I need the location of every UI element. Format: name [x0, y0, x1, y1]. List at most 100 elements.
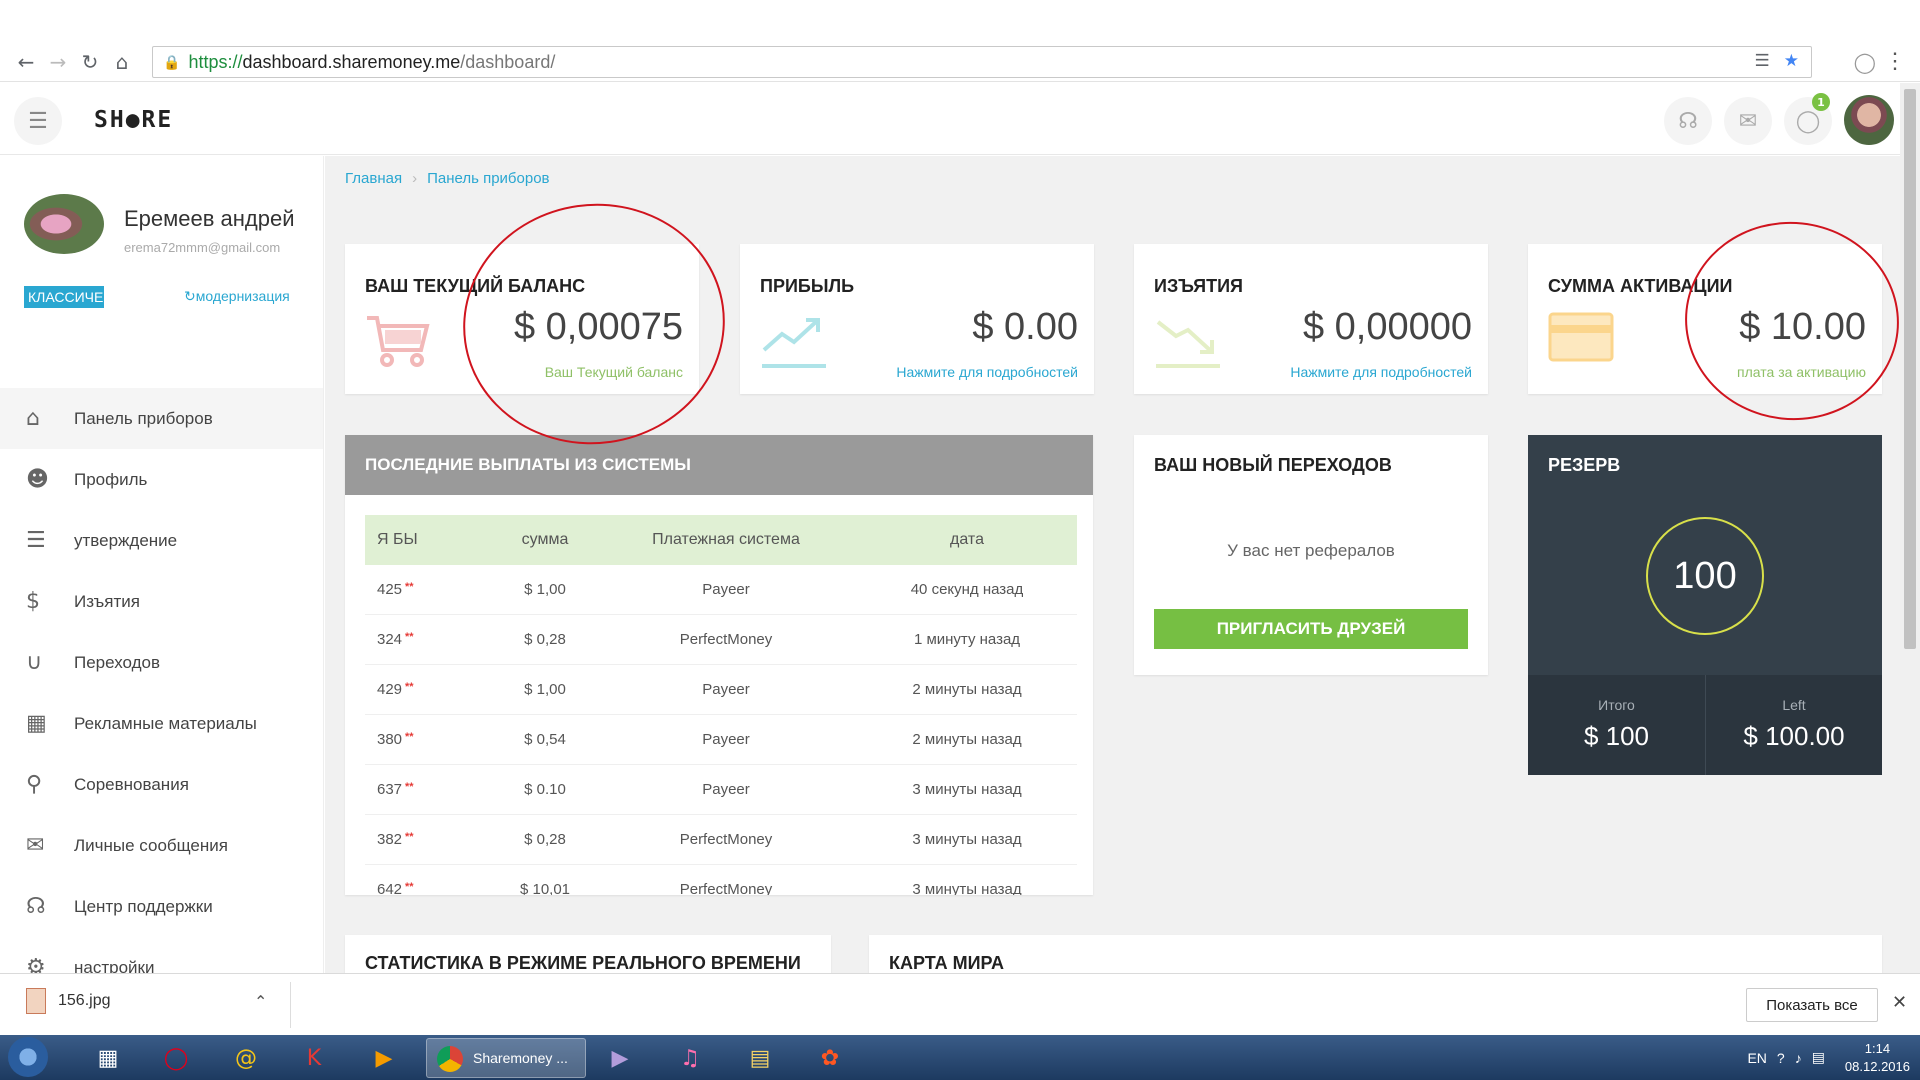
reload-icon[interactable]: ↻	[74, 47, 106, 77]
main-content: Главная › Панель приборов ВАШ ТЕКУЩИЙ БАЛА…	[325, 156, 1900, 973]
show-all-button[interactable]: Показать все	[1746, 988, 1878, 1022]
sidebar-item-label: настройки	[74, 957, 155, 974]
payout-system: Payeer	[702, 731, 750, 748]
breadcrumb-home[interactable]: Главная	[345, 170, 402, 187]
stat-title: ВАШ ТЕКУЩИЙ БАЛАНС	[365, 276, 586, 296]
payout-id: 324	[377, 631, 403, 648]
gear-icon: ⚙	[26, 955, 46, 973]
world-map-card: КАРТА МИРА	[869, 935, 1882, 973]
trend-down-icon	[1154, 312, 1222, 377]
stat-value: $ 0,00075	[513, 306, 683, 348]
taskbar-chrome-task[interactable]: Sharemoney ...	[426, 1038, 586, 1078]
clock[interactable]: 1:14 08.12.2016	[1845, 1040, 1910, 1076]
sidebar: Еремеев андрей erema72mmm@gmail.com КЛАС…	[0, 156, 324, 973]
dollar-icon: $	[26, 589, 40, 614]
clock-date: 08.12.2016	[1844, 1058, 1910, 1074]
user-email: erema72mmm@gmail.com	[124, 240, 281, 255]
payout-date: 2 минуты назад	[912, 681, 1022, 698]
table-row: 425 ** $ 1,00 Payeer 40 секунд назад	[365, 565, 1077, 615]
media-player-icon[interactable]: ▶	[362, 1039, 406, 1077]
user-avatar[interactable]	[24, 194, 104, 254]
payout-amount: $ 0,28	[524, 831, 566, 848]
address-bar[interactable]: 🔒 https://dashboard.sharemoney.me/dashbo…	[152, 46, 1812, 78]
sidebar-item-profile[interactable]: ☻ Профиль	[0, 449, 323, 510]
chevron-up-icon[interactable]: ⌃	[254, 992, 267, 1011]
network-icon[interactable]: ▤	[1812, 1049, 1825, 1066]
help-icon[interactable]: ?	[1777, 1050, 1785, 1066]
calculator-icon[interactable]: ▦	[86, 1039, 130, 1077]
breadcrumb-current[interactable]: Панель приборов	[427, 170, 549, 187]
payout-system: Payeer	[702, 581, 750, 598]
browser-menu-icon[interactable]: ⋮	[1884, 48, 1906, 74]
sidebar-item-dashboard[interactable]: ⌂ Панель приборов	[0, 388, 323, 449]
forward-icon[interactable]: →	[42, 47, 74, 77]
payout-id: 637	[377, 781, 403, 798]
home-browser-icon[interactable]: ⌂	[106, 47, 138, 77]
kaspersky-icon[interactable]: K	[292, 1039, 336, 1077]
hidden-id-marker: **	[405, 681, 414, 693]
hidden-id-marker: **	[405, 831, 414, 843]
page-scrollbar[interactable]	[1900, 83, 1920, 973]
browser-toolbar: ← → ↻ ⌂ 🔒 https://dashboard.sharemoney.m…	[0, 42, 1920, 82]
window-titlebar	[0, 0, 1920, 42]
sidebar-item-contests[interactable]: ⚲ Соревнования	[0, 754, 323, 815]
volume-icon[interactable]: ♪	[1795, 1050, 1802, 1066]
close-icon[interactable]: ✕	[1892, 992, 1907, 1013]
stat-card-withdrawals: ИЗЪЯТИЯ $ 0,00000 Нажмите для подробност…	[1134, 244, 1488, 394]
app-header: ☰ SH●RE ☊ ✉ ◯ 1	[0, 83, 1900, 155]
invite-friends-button[interactable]: ПРИГЛАСИТЬ ДРУЗЕЙ	[1154, 609, 1468, 649]
mail-icon[interactable]: ✉	[1724, 97, 1772, 145]
stat-subtitle[interactable]: Нажмите для подробностей	[896, 364, 1078, 380]
reserve-title: РЕЗЕРВ	[1548, 455, 1621, 475]
realtime-stats-title: СТАТИСТИКА В РЕЖИМЕ РЕАЛЬНОГО ВРЕМЕНИ	[365, 953, 801, 973]
url-scheme: https://	[188, 51, 243, 72]
sidebar-item-referrals[interactable]: ∪ Переходов	[0, 632, 323, 693]
breadcrumb-separator: ›	[412, 170, 418, 187]
download-item[interactable]: 156.jpg	[26, 988, 111, 1014]
upgrade-label: модернизация	[195, 288, 290, 304]
site-logo[interactable]: SH●RE	[94, 107, 173, 133]
extension-globe-icon[interactable]: ◯	[1854, 50, 1876, 75]
mail-agent-icon[interactable]: @	[224, 1039, 268, 1077]
sidebar-item-label: Рекламные материалы	[74, 713, 257, 733]
folder-icon[interactable]: ▤	[738, 1039, 782, 1077]
opera-icon[interactable]: ◯	[154, 1039, 198, 1077]
magnet-icon: ∪	[26, 650, 43, 675]
bookmark-star-icon[interactable]: ★	[1784, 51, 1799, 71]
stat-subtitle[interactable]: плата за активацию	[1737, 364, 1866, 380]
scrollbar-thumb[interactable]	[1904, 89, 1916, 649]
trend-up-icon	[760, 312, 828, 377]
globe-icon[interactable]: ◯ 1	[1784, 93, 1832, 145]
hidden-id-marker: **	[405, 581, 414, 593]
sidebar-item-withdrawals[interactable]: $ Изъятия	[0, 571, 323, 632]
support-headset-icon[interactable]: ☊	[1664, 97, 1712, 145]
image-file-icon	[26, 988, 46, 1014]
upgrade-link[interactable]: ↻модернизация	[184, 288, 290, 305]
itunes-icon[interactable]: ♫	[668, 1039, 712, 1077]
plan-badge: КЛАССИЧЕ	[24, 286, 104, 308]
stat-card-profit: ПРИБЫЛЬ $ 0.00 Нажмите для подробностей	[740, 244, 1094, 394]
column-header: Платежная система	[652, 531, 800, 548]
back-icon[interactable]: ←	[10, 47, 42, 77]
visual-studio-icon[interactable]: ▶	[598, 1039, 642, 1077]
sidebar-item-settings[interactable]: ⚙ настройки	[0, 937, 323, 974]
film-reel-icon[interactable]: ✿	[808, 1039, 852, 1077]
language-indicator[interactable]: EN	[1747, 1050, 1766, 1066]
table-row: 637 ** $ 0.10 Payeer 3 минуты назад	[365, 765, 1077, 815]
stat-subtitle[interactable]: Ваш Текущий баланс	[545, 364, 683, 380]
payout-date: 40 секунд назад	[910, 581, 1024, 598]
sidebar-item-approval[interactable]: ☰ утверждение	[0, 510, 323, 571]
header-avatar[interactable]	[1844, 95, 1894, 145]
stat-subtitle[interactable]: Нажмите для подробностей	[1290, 364, 1472, 380]
realtime-stats-card: СТАТИСТИКА В РЕЖИМЕ РЕАЛЬНОГО ВРЕМЕНИ	[345, 935, 831, 973]
start-button[interactable]	[8, 1037, 48, 1077]
hamburger-menu-icon[interactable]: ☰	[14, 97, 62, 145]
sidebar-item-support[interactable]: ☊ Центр поддержки	[0, 876, 323, 937]
payout-id: 425	[377, 581, 403, 598]
sidebar-item-promo[interactable]: ▦ Рекламные материалы	[0, 693, 323, 754]
sidebar-item-messages[interactable]: ✉ Личные сообщения	[0, 815, 323, 876]
stat-value: $ 0,00000	[1302, 306, 1472, 348]
translate-icon[interactable]: ☰	[1755, 51, 1770, 71]
chrome-icon	[437, 1046, 463, 1072]
breadcrumb: Главная › Панель приборов	[345, 170, 550, 187]
